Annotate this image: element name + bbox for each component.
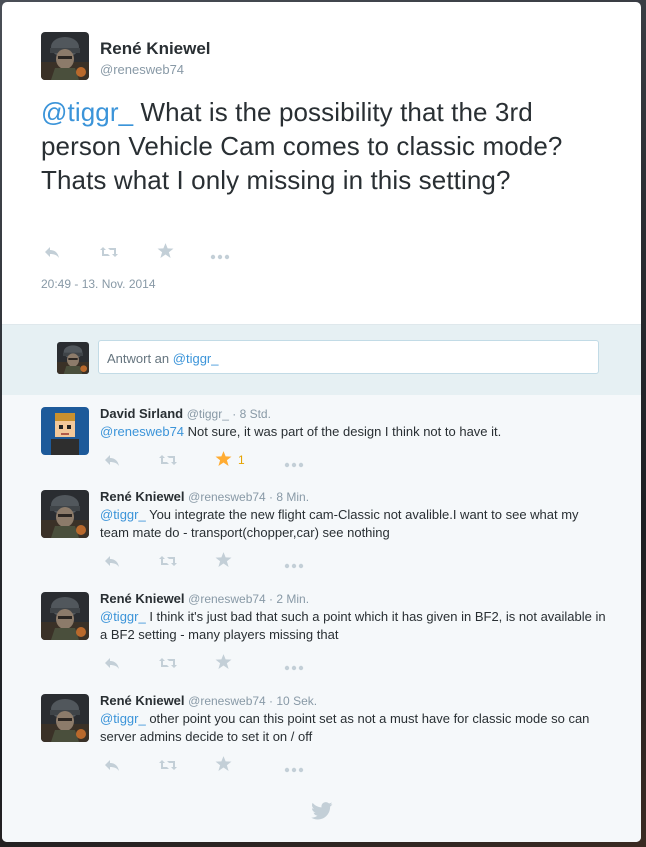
main-tweet: René Kniewel @renesweb74 @tiggr_ What is… bbox=[2, 2, 641, 324]
retweet-icon[interactable] bbox=[157, 655, 179, 675]
reply-mention-link[interactable]: @tiggr_ bbox=[100, 507, 146, 522]
retweet-icon[interactable] bbox=[157, 757, 179, 777]
favorite-icon[interactable] bbox=[215, 551, 232, 572]
author-avatar[interactable] bbox=[41, 32, 89, 80]
reply-meta[interactable]: @tiggr_ · 8 Std. bbox=[187, 407, 271, 421]
reply-meta[interactable]: @renesweb74 · 8 Min. bbox=[188, 490, 309, 504]
author-name[interactable]: René Kniewel bbox=[100, 39, 211, 59]
reply-author-name[interactable]: René Kniewel bbox=[100, 489, 185, 504]
reply-avatar[interactable] bbox=[41, 407, 89, 455]
reply-body: other point you can this point set as no… bbox=[100, 711, 590, 744]
more-icon[interactable] bbox=[283, 659, 305, 675]
reply-avatar[interactable] bbox=[41, 490, 89, 538]
retweet-icon[interactable] bbox=[157, 452, 179, 472]
reply-icon[interactable] bbox=[43, 244, 61, 264]
tweet-timestamp[interactable]: 20:49 - 13. Nov. 2014 bbox=[41, 277, 156, 291]
favorite-icon[interactable] bbox=[157, 242, 174, 263]
reply-author[interactable]: René Kniewel @renesweb74 · 8 Min. bbox=[100, 489, 309, 504]
reply-author-name[interactable]: David Sirland bbox=[100, 406, 183, 421]
reply-author[interactable]: René Kniewel @renesweb74 · 2 Min. bbox=[100, 591, 309, 606]
reply-author-name[interactable]: René Kniewel bbox=[100, 693, 185, 708]
retweet-icon[interactable] bbox=[157, 553, 179, 573]
reply-avatar[interactable] bbox=[41, 694, 89, 742]
favorite-icon[interactable] bbox=[215, 755, 232, 776]
reply-text: @tiggr_ other point you can this point s… bbox=[100, 710, 610, 746]
reply-icon[interactable] bbox=[103, 655, 121, 675]
reply-body: You integrate the new flight cam-Classic… bbox=[100, 507, 579, 540]
more-icon[interactable] bbox=[209, 248, 231, 264]
reply-body: I think it's just bad that such a point … bbox=[100, 609, 606, 642]
more-icon[interactable] bbox=[283, 761, 305, 777]
author-handle[interactable]: @renesweb74 bbox=[100, 62, 184, 77]
twitter-bird-icon[interactable] bbox=[311, 802, 333, 825]
reply-body: Not sure, it was part of the design I th… bbox=[184, 424, 502, 439]
current-user-avatar bbox=[57, 342, 89, 374]
reply-icon[interactable] bbox=[103, 757, 121, 777]
reply-icon[interactable] bbox=[103, 452, 121, 472]
reply-meta[interactable]: @renesweb74 · 10 Sek. bbox=[188, 694, 317, 708]
reply-input[interactable]: Antwort an @tiggr_ bbox=[98, 340, 599, 374]
reply-placeholder-mention: @tiggr_ bbox=[172, 351, 219, 366]
reply-mention-link[interactable]: @renesweb74 bbox=[100, 424, 184, 439]
reply-icon[interactable] bbox=[103, 553, 121, 573]
favorite-icon-active[interactable] bbox=[215, 450, 232, 471]
reply-author-name[interactable]: René Kniewel bbox=[100, 591, 185, 606]
more-icon[interactable] bbox=[283, 456, 305, 472]
reply-mention-link[interactable]: @tiggr_ bbox=[100, 609, 146, 624]
reply-text: @tiggr_ I think it's just bad that such … bbox=[100, 608, 610, 644]
reply-avatar[interactable] bbox=[41, 592, 89, 640]
retweet-icon[interactable] bbox=[98, 244, 120, 264]
reply-author[interactable]: René Kniewel @renesweb74 · 10 Sek. bbox=[100, 693, 317, 708]
reply-meta[interactable]: @renesweb74 · 2 Min. bbox=[188, 592, 309, 606]
tweet-text: @tiggr_ What is the possibility that the… bbox=[41, 95, 606, 197]
reply-text: @renesweb74 Not sure, it was part of the… bbox=[100, 423, 610, 441]
favorite-count: 1 bbox=[238, 453, 245, 467]
favorite-icon[interactable] bbox=[215, 653, 232, 674]
reply-text: @tiggr_ You integrate the new flight cam… bbox=[100, 506, 610, 542]
reply-author[interactable]: David Sirland @tiggr_ · 8 Std. bbox=[100, 406, 271, 421]
tweet-card: René Kniewel @renesweb74 @tiggr_ What is… bbox=[2, 2, 641, 842]
more-icon[interactable] bbox=[283, 557, 305, 573]
reply-mention-link[interactable]: @tiggr_ bbox=[100, 711, 146, 726]
reply-placeholder-prefix: Antwort an bbox=[107, 351, 173, 366]
tweet-mention-link[interactable]: @tiggr_ bbox=[41, 97, 133, 127]
